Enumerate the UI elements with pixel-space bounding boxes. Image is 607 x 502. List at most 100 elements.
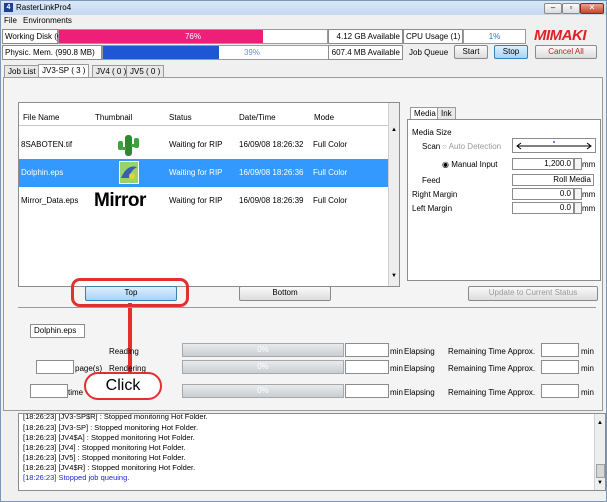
click-callout: Click [84,372,162,400]
table-row-selected[interactable]: Dolphin.eps Waiting for RIP 16/09/08 18:… [19,159,388,187]
log-line: [18:26:23] [JV3-SP$R] : Stopped monitori… [23,413,208,421]
mimaki-logo: MIMAKI [534,27,587,44]
scroll-up-icon[interactable]: ▲ [391,127,397,133]
left-margin-stepper[interactable] [574,202,582,214]
manual-input-label: Manual Input [451,160,498,169]
log-line: [18:26:23] [JV4] : Stopped monitoring Ho… [23,443,186,452]
feed-value: Roll Media [512,174,594,186]
header-thumbnail[interactable]: Thumbnail [95,113,132,122]
header-file-name[interactable]: File Name [23,113,59,122]
start-button[interactable]: Start [454,45,488,59]
width-arrow-icon [516,141,592,150]
reading-min-label: min [390,347,403,356]
manual-width-unit: mm [582,160,596,169]
print-min-label: min [390,388,403,397]
scroll-down-icon[interactable]: ▼ [391,273,397,279]
cactus-icon [118,135,139,156]
working-disk-available: 4.12 GB Available [336,32,400,41]
rendering-remaining-label: Remaining Time Approx. [448,364,536,373]
tab-jv4[interactable]: JV4 ( 0 ) [92,65,131,77]
close-button[interactable]: ✕ [580,3,604,14]
tab-jv5[interactable]: JV5 ( 0 ) [126,65,165,77]
right-margin-input[interactable]: 0.0 [512,188,574,200]
print-elapsing-label: Elapsing [404,388,435,397]
tab-ink[interactable]: Ink [437,107,456,119]
print-remaining-label: Remaining Time Approx. [448,388,536,397]
log-panel: [18:26:23] [JV3-SP$R] : Stopped monitori… [18,413,606,491]
log-scroll-up-icon[interactable]: ▲ [597,420,603,426]
mirror-thumbnail-text: Mirror [94,190,146,211]
phys-mem-available-box: 607.4 MB Available [328,45,403,60]
time-count-box [30,384,68,398]
row-mode: Full Color [313,168,348,177]
current-job-name: Dolphin.eps [30,324,85,338]
table-row[interactable]: Mirror_Data.eps Mirror Waiting for RIP 1… [19,187,388,215]
row-file: Mirror_Data.eps [21,196,79,205]
log-scrollbar[interactable]: ▲ ▼ [594,414,605,490]
manual-width-stepper[interactable] [574,158,582,170]
header-datetime[interactable]: Date/Time [239,113,276,122]
scan-width-indicator [512,138,596,153]
manual-width-input[interactable]: 1,200.0 [512,158,574,170]
row-status: Waiting for RIP [169,140,223,149]
mirror-thumbnail: Mirror [94,188,166,213]
cancel-all-button[interactable]: Cancel All [535,45,597,59]
progress-divider [18,307,596,308]
working-disk-label-box: Working Disk (C:) [2,29,68,44]
table-row[interactable]: 8SABOTEN.tif Waiting for RIP 16/09/08 18… [19,131,388,159]
tab-media[interactable]: Media [410,107,440,119]
stop-button[interactable]: Stop [494,45,528,59]
reading-remaining-label: Remaining Time Approx. [448,347,536,356]
rendering-percent: 0% [257,362,269,371]
media-size-label: Media Size [412,128,452,137]
rendering-min-label: min [390,364,403,373]
row-file: 8SABOTEN.tif [21,140,73,149]
update-current-status-button[interactable]: Update to Current Status [468,286,598,301]
tab-job-list[interactable]: Job List [4,65,40,77]
left-margin-label: Left Margin [412,204,453,213]
print-progress: 0% [182,384,344,398]
rendering-remaining-min: min [581,364,594,373]
maximize-button[interactable]: ▫ [562,3,580,14]
row-datetime: 16/09/08 18:26:39 [239,196,304,205]
menu-file[interactable]: File [4,16,17,25]
log-line: [18:26:23] [JV3-SP] : Stopped monitoring… [23,423,199,432]
reading-elapsing-label: Elapsing [404,347,435,356]
tab-jv3-sp[interactable]: JV3-SP ( 3 ) [38,64,90,77]
log-scroll-thumb[interactable] [596,464,605,478]
dolphin-thumbnail [107,160,151,185]
print-elapsed-box [345,384,389,398]
right-margin-label: Right Margin [412,190,458,199]
reading-remaining-box [541,343,579,357]
auto-detection-label: Auto Detection [448,142,502,151]
row-datetime: 16/09/08 18:26:32 [239,140,304,149]
cactus-thumbnail [107,132,151,157]
app-logo-icon: 4 [4,3,13,12]
right-margin-unit: mm [582,190,596,199]
left-margin-input[interactable]: 0.0 [512,202,574,214]
log-line: [18:26:23] [JV4$R] : Stopped monitoring … [23,463,196,472]
app-window: 4 RasterLinkPro4 – ▫ ✕ File Environments… [0,0,607,502]
table-scrollbar[interactable]: ▲ ▼ [388,103,399,286]
minimize-button[interactable]: – [544,3,562,14]
table-header: File Name Thumbnail Status Date/Time Mod… [19,103,388,126]
cpu-label-box: CPU Usage (1) [403,29,463,44]
auto-detection-radio[interactable]: ○ Auto Detection [442,142,501,151]
menu-environments[interactable]: Environments [23,16,72,25]
working-disk-percent: 76% [184,32,201,41]
menu-bar: File Environments [1,15,606,27]
print-remaining-box [541,384,579,398]
log-scroll-down-icon[interactable]: ▼ [597,480,603,486]
bottom-button[interactable]: Bottom [239,286,331,301]
working-disk-available-box: 4.12 GB Available [328,29,403,44]
header-status[interactable]: Status [169,113,192,122]
reading-percent: 0% [257,345,269,354]
manual-input-radio[interactable]: ◉ Manual Input [442,160,497,169]
right-margin-stepper[interactable] [574,188,582,200]
title-bar: 4 RasterLinkPro4 – ▫ ✕ [1,1,606,15]
header-mode[interactable]: Mode [314,113,334,122]
log-line: [18:26:23] [JV5] : Stopped monitoring Ho… [23,453,186,462]
media-panel: Media Size Scan ○ Auto Detection ◉ Manua… [407,119,601,281]
scan-label: Scan [422,142,441,151]
phys-mem-label-box: Physic. Mem. (990.8 MB) [2,45,102,60]
